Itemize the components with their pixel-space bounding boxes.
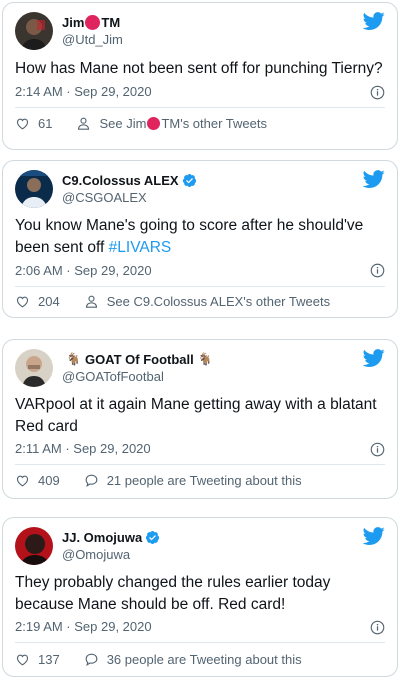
verified-badge-icon bbox=[145, 530, 160, 545]
tweet-header: JJ. Omojuwa @Omojuwa bbox=[15, 527, 385, 567]
more-link-label: See C9.Colossus ALEX's other Tweets bbox=[106, 294, 331, 309]
tweet-actions: 204 See C9.Colossus ALEX's other Tweets bbox=[15, 294, 385, 309]
red-circle-emoji bbox=[85, 15, 101, 30]
tweet-header: Jim TM @Utd_Jim bbox=[15, 12, 385, 52]
like-button[interactable]: 204 bbox=[15, 294, 60, 309]
tweet-card[interactable]: C9.Colossus ALEX @CSGOALEX You know Mane… bbox=[2, 160, 398, 318]
tweet-text: How has Mane not been sent off for punch… bbox=[15, 60, 383, 77]
display-name-part: TM bbox=[101, 15, 121, 30]
speech-bubble-icon bbox=[84, 652, 99, 667]
twitter-bird-icon[interactable] bbox=[363, 347, 385, 369]
like-count: 137 bbox=[38, 652, 60, 667]
more-link-label: See Jim TM's other Tweets bbox=[99, 116, 267, 131]
display-name-text: C9.Colossus ALEX bbox=[62, 173, 179, 188]
display-name[interactable]: Jim TM bbox=[62, 14, 123, 31]
author-names: Jim TM @Utd_Jim bbox=[62, 14, 123, 48]
tweet-text-body: You know Mane's going to score after he … bbox=[15, 217, 364, 256]
heart-icon bbox=[15, 294, 30, 309]
author-names: C9.Colossus ALEX @CSGOALEX bbox=[62, 172, 197, 206]
tweet-text: They probably changed the rules earlier … bbox=[15, 574, 331, 613]
heart-icon bbox=[15, 116, 30, 131]
like-button[interactable]: 137 bbox=[15, 652, 60, 667]
tweet-actions: 61 See Jim TM's other Tweets bbox=[15, 116, 385, 131]
more-link-label: 36 people are Tweeting about this bbox=[106, 652, 302, 667]
like-count: 61 bbox=[38, 116, 53, 131]
person-icon bbox=[76, 116, 91, 131]
author-names: 🐐 GOAT Of Football 🐐 @GOATofFootbal bbox=[62, 351, 217, 385]
tweet-actions: 137 36 people are Tweeting about this bbox=[15, 652, 385, 667]
tweet-card[interactable]: 🐐 GOAT Of Football 🐐 @GOATofFootbal VARp… bbox=[2, 339, 398, 499]
divider bbox=[15, 464, 385, 465]
twitter-bird-icon[interactable] bbox=[363, 168, 385, 190]
like-button[interactable]: 61 bbox=[15, 116, 52, 131]
heart-icon bbox=[15, 473, 30, 488]
display-name[interactable]: 🐐 GOAT Of Football 🐐 bbox=[62, 351, 217, 368]
divider bbox=[15, 286, 385, 287]
info-icon[interactable] bbox=[370, 85, 385, 100]
avatar[interactable] bbox=[15, 527, 53, 565]
goat-emoji: 🐐 bbox=[197, 352, 213, 366]
display-name-text: JJ. Omojuwa bbox=[62, 530, 143, 545]
like-button[interactable]: 409 bbox=[15, 473, 60, 488]
tweet-actions: 409 21 people are Tweeting about this bbox=[15, 473, 385, 488]
divider bbox=[15, 107, 385, 108]
twitter-bird-icon[interactable] bbox=[363, 525, 385, 547]
author-names: JJ. Omojuwa @Omojuwa bbox=[62, 529, 160, 563]
twitter-bird-icon[interactable] bbox=[363, 10, 385, 32]
tweet-text: VARpool at it again Mane getting away wi… bbox=[15, 396, 377, 435]
info-icon[interactable] bbox=[370, 442, 385, 457]
user-handle[interactable]: @Utd_Jim bbox=[62, 31, 123, 48]
avatar[interactable] bbox=[15, 349, 53, 387]
more-link-part: TM's other Tweets bbox=[161, 116, 267, 131]
tweet-card[interactable]: Jim TM @Utd_Jim How has Mane not been se… bbox=[2, 2, 398, 150]
avatar[interactable] bbox=[15, 12, 53, 50]
display-name-text: GOAT Of Football bbox=[84, 352, 194, 367]
avatar[interactable] bbox=[15, 170, 53, 208]
display-name-part: Jim bbox=[62, 15, 85, 30]
heart-icon bbox=[15, 652, 30, 667]
speech-bubble-icon bbox=[84, 473, 99, 488]
display-name[interactable]: C9.Colossus ALEX bbox=[62, 172, 197, 189]
see-other-tweets-link[interactable]: See C9.Colossus ALEX's other Tweets bbox=[84, 294, 330, 309]
user-handle[interactable]: @CSGOALEX bbox=[62, 189, 197, 206]
user-handle[interactable]: @Omojuwa bbox=[62, 546, 160, 563]
people-tweeting-link[interactable]: 36 people are Tweeting about this bbox=[84, 652, 302, 667]
like-count: 409 bbox=[38, 473, 60, 488]
tweet-header: C9.Colossus ALEX @CSGOALEX bbox=[15, 170, 385, 210]
like-count: 204 bbox=[38, 294, 60, 309]
divider bbox=[15, 642, 385, 643]
more-link-part: See Jim bbox=[99, 116, 147, 131]
tweet-text: You know Mane's going to score after he … bbox=[15, 215, 385, 259]
people-tweeting-link[interactable]: 21 people are Tweeting about this bbox=[84, 473, 302, 488]
person-icon bbox=[84, 294, 99, 309]
tweet-timestamp[interactable]: 2:14 AM · Sep 29, 2020 bbox=[15, 84, 152, 100]
tweet-timestamp[interactable]: 2:06 AM · Sep 29, 2020 bbox=[15, 263, 152, 279]
see-other-tweets-link[interactable]: See Jim TM's other Tweets bbox=[76, 116, 267, 131]
tweet-header: 🐐 GOAT Of Football 🐐 @GOATofFootbal bbox=[15, 349, 385, 389]
info-icon[interactable] bbox=[370, 620, 385, 635]
display-name[interactable]: JJ. Omojuwa bbox=[62, 529, 160, 546]
tweet-timestamp[interactable]: 2:11 AM · Sep 29, 2020 bbox=[15, 441, 151, 457]
hashtag-link[interactable]: #LIVARS bbox=[109, 239, 172, 256]
tweet-timestamp[interactable]: 2:19 AM · Sep 29, 2020 bbox=[15, 619, 152, 635]
user-handle[interactable]: @GOATofFootbal bbox=[62, 368, 217, 385]
verified-badge-icon bbox=[182, 173, 197, 188]
red-circle-emoji bbox=[147, 117, 161, 130]
tweet-card[interactable]: JJ. Omojuwa @Omojuwa They probably chang… bbox=[2, 517, 398, 677]
more-link-label: 21 people are Tweeting about this bbox=[106, 473, 302, 488]
info-icon[interactable] bbox=[370, 263, 385, 278]
goat-emoji: 🐐 bbox=[66, 352, 81, 366]
